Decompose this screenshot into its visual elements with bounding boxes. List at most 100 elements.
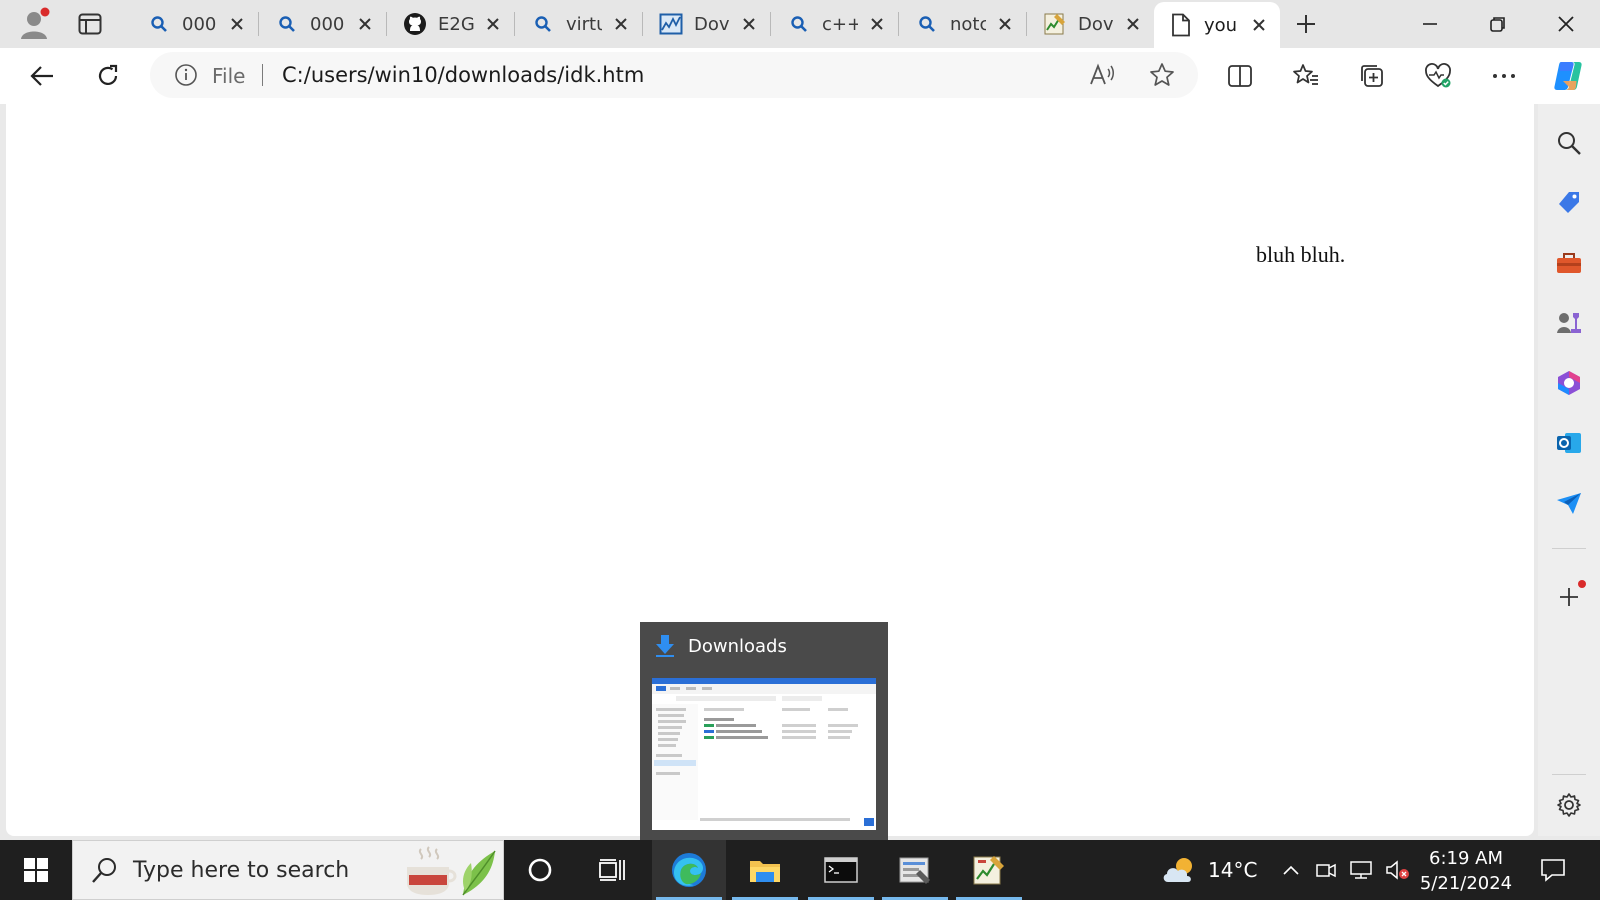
page-body-text: bluh bluh. xyxy=(1256,242,1346,267)
address-divider xyxy=(262,64,263,86)
new-tab-button[interactable] xyxy=(1288,8,1324,40)
edge-browser-icon xyxy=(672,853,706,887)
read-aloud-icon[interactable] xyxy=(1086,59,1118,91)
system-clock[interactable]: 6:19 AM 5/21/2024 xyxy=(1416,846,1516,896)
taskbar-edge-app[interactable] xyxy=(652,840,726,900)
sidebar-search-icon[interactable] xyxy=(1550,124,1588,162)
add-sidebar-app-button[interactable] xyxy=(1550,578,1588,616)
browser-tab[interactable]: E2G xyxy=(388,6,515,42)
tab-title: Dov xyxy=(1078,13,1114,35)
browser-tab[interactable]: virtu xyxy=(516,6,643,42)
site-info-icon[interactable] xyxy=(174,63,198,91)
document-icon xyxy=(1168,12,1194,38)
sidebar-settings-gear-icon[interactable] xyxy=(1550,786,1588,824)
cortana-button[interactable] xyxy=(504,840,576,900)
address-url[interactable]: C:/users/win10/downloads/idk.htm xyxy=(282,63,644,87)
profile-avatar-icon[interactable] xyxy=(16,6,52,42)
close-tab-icon[interactable] xyxy=(1248,14,1270,36)
close-tab-icon[interactable] xyxy=(1122,13,1144,35)
taskbar-snipping-app[interactable] xyxy=(878,840,952,900)
browser-tab[interactable]: c++ xyxy=(772,6,899,42)
notification-dot xyxy=(1578,580,1586,588)
taskbar-window-preview[interactable]: Downloads xyxy=(640,622,888,840)
close-tab-icon[interactable] xyxy=(994,13,1016,35)
taskbar-file-explorer-app[interactable] xyxy=(728,840,802,900)
search-icon xyxy=(146,11,172,37)
favorite-star-icon[interactable] xyxy=(1146,59,1178,91)
close-tab-icon[interactable] xyxy=(866,13,888,35)
drop-send-icon[interactable] xyxy=(1550,484,1588,522)
tab-divider xyxy=(770,12,771,36)
browser-tab[interactable]: 000 xyxy=(132,6,259,42)
close-tab-icon[interactable] xyxy=(738,13,760,35)
tab-title: c++ xyxy=(822,13,858,35)
sidebar-divider xyxy=(1552,774,1586,775)
tab-divider xyxy=(898,12,899,36)
address-bar[interactable]: File C:/users/win10/downloads/idk.htm xyxy=(150,52,1198,98)
settings-more-icon[interactable] xyxy=(1484,56,1524,96)
preview-window-title: Downloads xyxy=(688,636,787,657)
close-tab-icon[interactable] xyxy=(226,13,248,35)
browser-essentials-icon[interactable] xyxy=(1418,56,1458,96)
tab-divider xyxy=(258,12,259,36)
tab-title: 000 xyxy=(310,13,345,35)
taskbar-command-prompt-app[interactable] xyxy=(804,840,878,900)
restore-window-button[interactable] xyxy=(1468,4,1528,44)
volume-muted-icon[interactable] xyxy=(1384,840,1412,900)
explorer-window-miniature xyxy=(652,678,876,826)
edge-sidebar xyxy=(1538,104,1600,836)
search-icon xyxy=(914,11,940,37)
file-explorer-thumbnail xyxy=(652,678,876,830)
shopping-tag-icon[interactable] xyxy=(1550,184,1588,222)
close-tab-icon[interactable] xyxy=(354,13,376,35)
split-screen-button[interactable] xyxy=(1220,56,1260,96)
clock-time: 6:19 AM xyxy=(1429,848,1503,869)
tab-title: Dov xyxy=(694,13,730,35)
tab-divider xyxy=(514,12,515,36)
search-highlight-tea-icon xyxy=(403,845,499,900)
tab-title: E2G xyxy=(438,13,474,35)
windows-logo-icon xyxy=(24,858,48,882)
tab-title: 000 xyxy=(182,13,217,35)
action-center-notification-icon[interactable] xyxy=(1528,840,1578,900)
folder-icon xyxy=(750,861,780,882)
tab-strip: 000 000 E2G virtu Dov c++ notc Dov you xyxy=(0,0,1600,48)
show-hidden-icons-chevron-icon[interactable] xyxy=(1280,840,1302,900)
tab-divider xyxy=(386,12,387,36)
browser-tab[interactable]: 000 xyxy=(260,6,387,42)
task-view-button[interactable] xyxy=(576,840,648,900)
windows-taskbar: Type here to search 14°C 6:19 AM 5/21/20… xyxy=(0,840,1600,900)
tools-toolbox-icon[interactable] xyxy=(1550,244,1588,282)
microsoft-365-icon[interactable] xyxy=(1550,364,1588,402)
browser-tab[interactable]: Dov xyxy=(1028,6,1154,42)
minimize-window-button[interactable] xyxy=(1400,4,1460,44)
taskbar-search-box[interactable]: Type here to search xyxy=(72,840,504,900)
meet-now-camera-icon[interactable] xyxy=(1314,840,1338,900)
tab-title: notc xyxy=(950,13,986,35)
copilot-icon[interactable] xyxy=(1548,56,1588,96)
browser-tab-active[interactable]: you xyxy=(1154,2,1280,48)
search-icon xyxy=(91,856,119,888)
address-scheme-label: File xyxy=(212,64,246,88)
taskbar-chart-app[interactable] xyxy=(952,840,1026,900)
tab-actions-menu-icon[interactable] xyxy=(72,8,108,40)
network-icon[interactable] xyxy=(1348,840,1374,900)
weather-widget[interactable]: 14°C xyxy=(1160,840,1257,900)
spreadsheet-icon xyxy=(1042,11,1068,37)
close-window-button[interactable] xyxy=(1536,4,1596,44)
outlook-icon[interactable] xyxy=(1550,424,1588,462)
back-button[interactable] xyxy=(22,56,62,96)
favorites-button[interactable] xyxy=(1286,56,1326,96)
close-tab-icon[interactable] xyxy=(610,13,632,35)
search-icon xyxy=(530,11,556,37)
chart-editor-icon xyxy=(973,856,1004,885)
start-button[interactable] xyxy=(0,840,72,900)
close-tab-icon[interactable] xyxy=(482,13,504,35)
tab-divider xyxy=(642,12,643,36)
refresh-button[interactable] xyxy=(88,56,128,96)
browser-tab[interactable]: Dov xyxy=(644,6,771,42)
browser-tab[interactable]: notc xyxy=(900,6,1027,42)
collections-button[interactable] xyxy=(1352,56,1392,96)
games-icon[interactable] xyxy=(1550,304,1588,342)
partly-cloudy-icon xyxy=(1163,858,1192,882)
